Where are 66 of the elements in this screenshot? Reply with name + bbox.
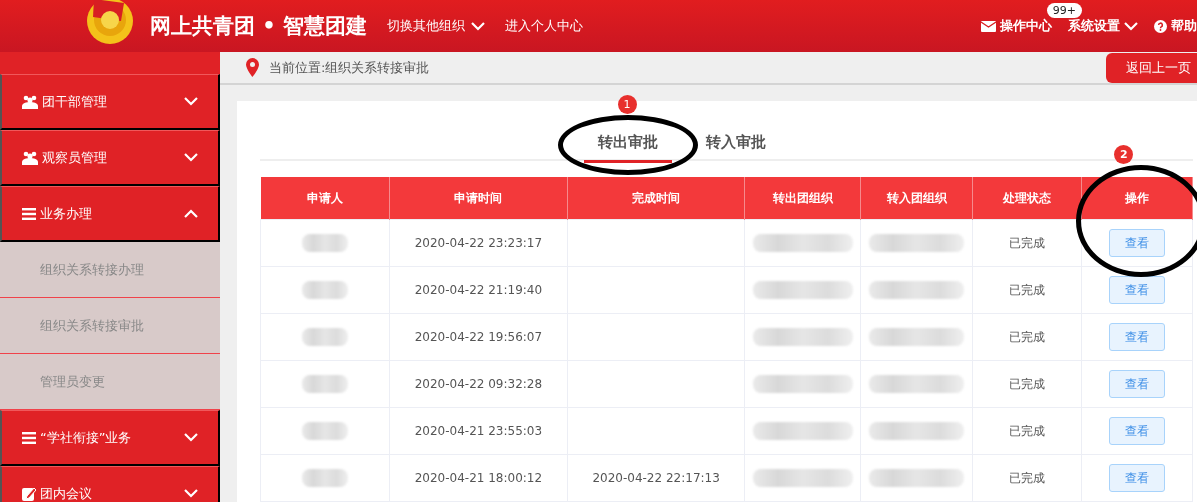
chevron-up-icon — [184, 209, 198, 218]
header-action[interactable]: 操作中心 — [981, 17, 1052, 35]
table-cell: 已完成 — [972, 407, 1082, 455]
view-button[interactable]: 查看 — [1109, 323, 1166, 351]
view-button[interactable]: 查看 — [1109, 417, 1166, 445]
table-cell: 已完成 — [972, 313, 1082, 361]
blurred-text — [302, 281, 348, 299]
table-cell: 2020-04-22 21:19:40 — [389, 266, 568, 314]
chevron-down-icon — [1124, 21, 1138, 31]
header-action[interactable]: 系统设置 — [1068, 17, 1138, 35]
sidebar-item[interactable]: 业务办理 — [0, 186, 220, 242]
blurred-text — [302, 469, 348, 487]
count-badge: 99+ — [1046, 3, 1082, 18]
column-header: 转出团组织 — [745, 177, 861, 220]
column-header: 转入团组织 — [860, 177, 973, 220]
sidebar-item[interactable]: 观察员管理 — [0, 130, 220, 186]
annotation-number: 1 — [617, 95, 637, 114]
chevron-down-icon — [184, 97, 198, 106]
blurred-text — [302, 328, 348, 346]
annotation-number: 2 — [1114, 145, 1134, 164]
edit-icon — [22, 486, 36, 501]
view-button[interactable]: 查看 — [1109, 276, 1166, 304]
column-header: 申请时间 — [389, 177, 568, 220]
chevron-down-icon — [184, 489, 198, 498]
mail-icon — [981, 20, 996, 32]
chevron-down-icon — [471, 21, 486, 31]
breadcrumb: 当前位置:组织关系转接审批 — [269, 58, 430, 77]
table-cell: 2020-04-22 23:23:17 — [389, 219, 568, 267]
view-button[interactable]: 查看 — [1109, 370, 1166, 398]
chevron-down-icon — [184, 153, 198, 162]
nav-link[interactable]: 切换其他组织 — [387, 17, 486, 35]
menu-icon — [22, 431, 36, 444]
table-cell: 2020-04-22 22:17:13 — [567, 454, 745, 502]
table-cell: 2020-04-22 19:56:07 — [389, 313, 568, 361]
emblem-logo — [84, 0, 136, 45]
sidebar-item[interactable]: 团干部管理 — [0, 74, 220, 130]
blurred-text — [302, 422, 348, 440]
column-header: 处理状态 — [972, 177, 1082, 220]
location-pin-icon — [246, 58, 259, 77]
nav-link[interactable]: 进入个人中心 — [505, 17, 584, 35]
help-icon — [1154, 19, 1167, 33]
sidebar-item[interactable]: “学社衔接”业务 — [0, 410, 220, 466]
table-cell: 2020-04-22 09:32:28 — [389, 360, 568, 408]
site-title: 网上共青团 • 智慧团建 — [150, 13, 368, 40]
table-cell: 已完成 — [972, 360, 1082, 408]
tab[interactable]: 转入审批 — [691, 129, 780, 160]
blurred-text — [302, 234, 348, 252]
tab[interactable]: 转出审批 — [583, 129, 672, 163]
header-action[interactable]: 帮助 — [1154, 17, 1197, 35]
back-button[interactable]: 返回上一页 — [1106, 52, 1197, 83]
view-button[interactable]: 查看 — [1109, 229, 1166, 257]
table-cell: 已完成 — [972, 219, 1082, 267]
table-cell: 已完成 — [972, 454, 1082, 502]
group-icon — [22, 94, 38, 109]
menu-icon — [22, 207, 36, 220]
table-cell: 2020-04-21 18:00:12 — [389, 454, 568, 502]
table-cell: 已完成 — [972, 266, 1082, 314]
group-icon — [22, 150, 38, 165]
chevron-down-icon — [184, 433, 198, 442]
sidebar-item[interactable]: 团内会议 — [0, 466, 220, 502]
table-cell: 2020-04-21 23:55:03 — [389, 407, 568, 455]
column-header: 操作 — [1125, 190, 1150, 205]
view-button[interactable]: 查看 — [1109, 464, 1166, 492]
column-header: 完成时间 — [567, 177, 745, 220]
blurred-text — [302, 375, 348, 393]
column-header: 申请人 — [260, 177, 390, 220]
